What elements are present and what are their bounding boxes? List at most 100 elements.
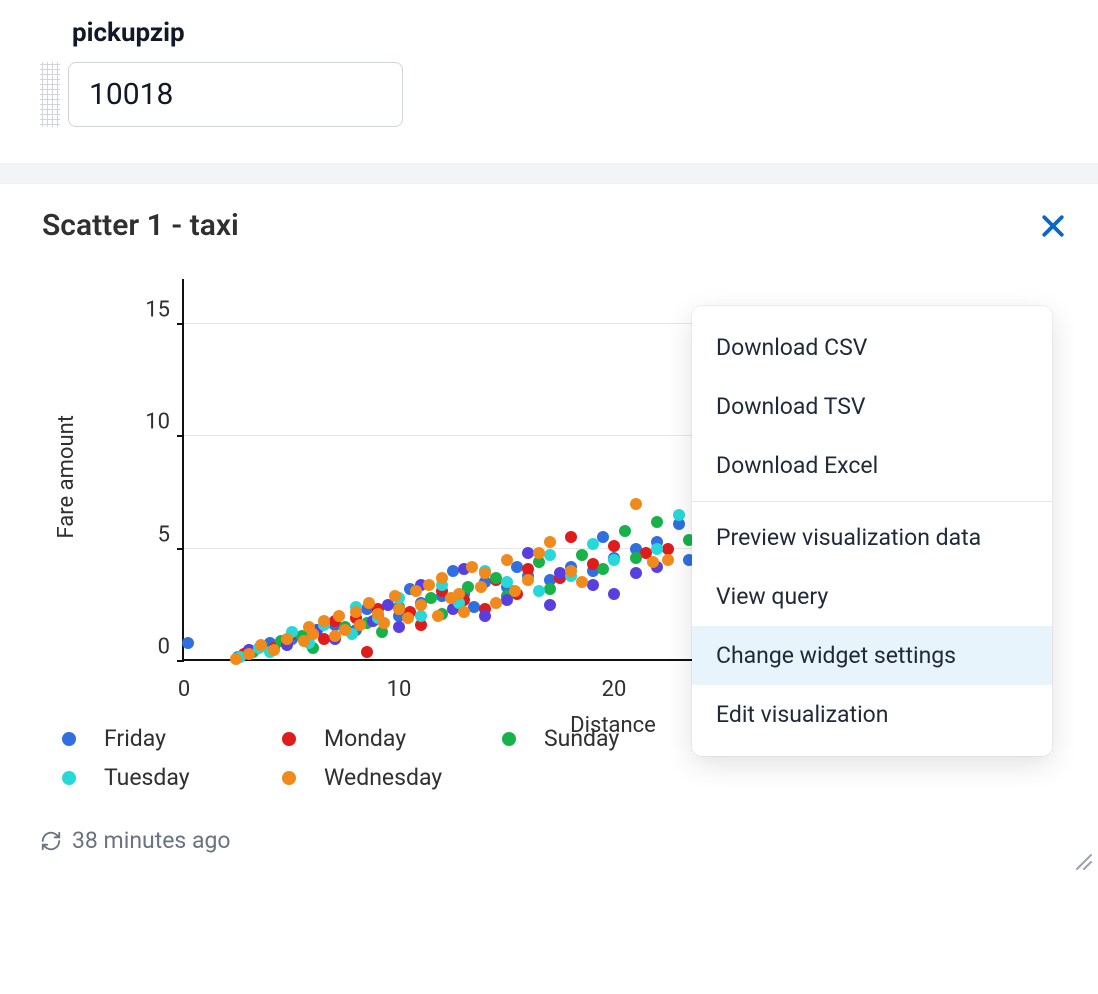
y-tick-mark <box>177 660 184 662</box>
data-point <box>565 531 577 543</box>
refreshed-label: 38 minutes ago <box>72 827 231 854</box>
menu-divider <box>692 501 1052 502</box>
data-point <box>619 525 631 537</box>
data-point <box>630 567 642 579</box>
data-point <box>475 581 487 593</box>
menu-item[interactable]: Download CSV <box>692 318 1052 377</box>
data-point <box>533 547 545 559</box>
data-point <box>466 561 478 573</box>
data-point <box>436 572 448 584</box>
data-point <box>522 563 534 575</box>
data-point <box>544 536 556 548</box>
data-point <box>361 646 373 658</box>
data-point <box>544 549 556 561</box>
legend-dot-icon <box>62 771 76 785</box>
legend-item[interactable]: Monday <box>282 725 502 752</box>
data-point <box>479 567 491 579</box>
data-point <box>651 516 663 528</box>
y-tick-label: 0 <box>158 635 170 660</box>
x-tick-label: 10 <box>387 677 412 702</box>
data-point <box>647 556 659 568</box>
y-tick-mark <box>177 548 184 550</box>
x-tick-label: 0 <box>178 677 190 702</box>
widget-header: Scatter 1 - taxi <box>0 208 1098 251</box>
menu-item[interactable]: View query <box>692 567 1052 626</box>
legend-label: Tuesday <box>104 764 190 791</box>
data-point <box>402 612 414 624</box>
legend-item[interactable]: Friday <box>62 725 282 752</box>
legend-dot-icon <box>282 771 296 785</box>
data-point <box>533 585 545 597</box>
data-point <box>363 597 375 609</box>
y-tick-label: 15 <box>145 297 170 322</box>
data-point <box>597 563 609 575</box>
data-point <box>608 588 620 600</box>
data-point <box>490 597 502 609</box>
data-point <box>410 585 422 597</box>
legend-dot-icon <box>282 732 296 746</box>
data-point <box>608 554 620 566</box>
data-point <box>587 538 599 550</box>
data-point <box>501 554 513 566</box>
legend-label: Friday <box>104 725 166 752</box>
menu-item[interactable]: Change widget settings <box>692 626 1052 685</box>
resize-handle-icon[interactable] <box>1068 846 1092 870</box>
data-point <box>333 610 345 622</box>
data-point <box>662 554 674 566</box>
data-point <box>453 588 465 600</box>
data-point <box>318 615 330 627</box>
data-point <box>415 610 427 622</box>
widget-footer: 38 minutes ago <box>0 797 1098 864</box>
data-point <box>673 509 685 521</box>
data-point <box>544 583 556 595</box>
y-axis-title: Fare amount <box>54 415 79 538</box>
data-point <box>354 619 366 631</box>
data-point <box>522 574 534 586</box>
legend-item[interactable]: Tuesday <box>62 764 282 791</box>
data-point <box>630 498 642 510</box>
widget-context-menu: Download CSVDownload TSVDownload Excel Pr… <box>692 306 1052 756</box>
menu-item[interactable]: Download TSV <box>692 377 1052 436</box>
data-point <box>576 549 588 561</box>
filter-label: pickupzip <box>72 18 1058 48</box>
data-point <box>565 565 577 577</box>
data-point <box>576 576 588 588</box>
data-point <box>268 644 280 656</box>
data-point <box>389 590 401 602</box>
data-point <box>307 628 319 640</box>
data-point <box>608 540 620 552</box>
widget-title: Scatter 1 - taxi <box>42 208 239 243</box>
data-point <box>230 653 242 665</box>
data-point <box>432 610 444 622</box>
data-point <box>339 624 351 636</box>
filter-row <box>40 62 1058 127</box>
separator <box>0 163 1098 183</box>
data-point <box>662 543 674 555</box>
refresh-icon[interactable] <box>40 830 62 852</box>
data-point <box>544 599 556 611</box>
y-tick-label: 10 <box>145 410 170 435</box>
data-point <box>587 579 599 591</box>
menu-item[interactable]: Edit visualization <box>692 685 1052 744</box>
y-tick-label: 5 <box>158 522 170 547</box>
data-point <box>281 633 293 645</box>
legend-item[interactable]: Wednesday <box>282 764 502 791</box>
pickupzip-input[interactable] <box>68 62 403 127</box>
drag-handle-icon[interactable] <box>40 62 60 127</box>
data-point <box>458 606 470 618</box>
data-point <box>630 552 642 564</box>
close-icon[interactable] <box>1038 211 1068 241</box>
data-point <box>378 617 390 629</box>
data-point <box>651 543 663 555</box>
data-point <box>329 630 341 642</box>
chart-widget: Scatter 1 - taxi Fare amount Distance 0 5… <box>0 183 1098 876</box>
x-tick-label: 20 <box>602 677 627 702</box>
data-point <box>479 610 491 622</box>
x-axis-title: Distance <box>570 713 656 738</box>
legend-label: Monday <box>324 725 406 752</box>
legend-dot-icon <box>62 732 76 746</box>
y-tick-mark <box>177 435 184 437</box>
data-point <box>509 585 521 597</box>
menu-item[interactable]: Download Excel <box>692 436 1052 495</box>
menu-item[interactable]: Preview visualization data <box>692 508 1052 567</box>
